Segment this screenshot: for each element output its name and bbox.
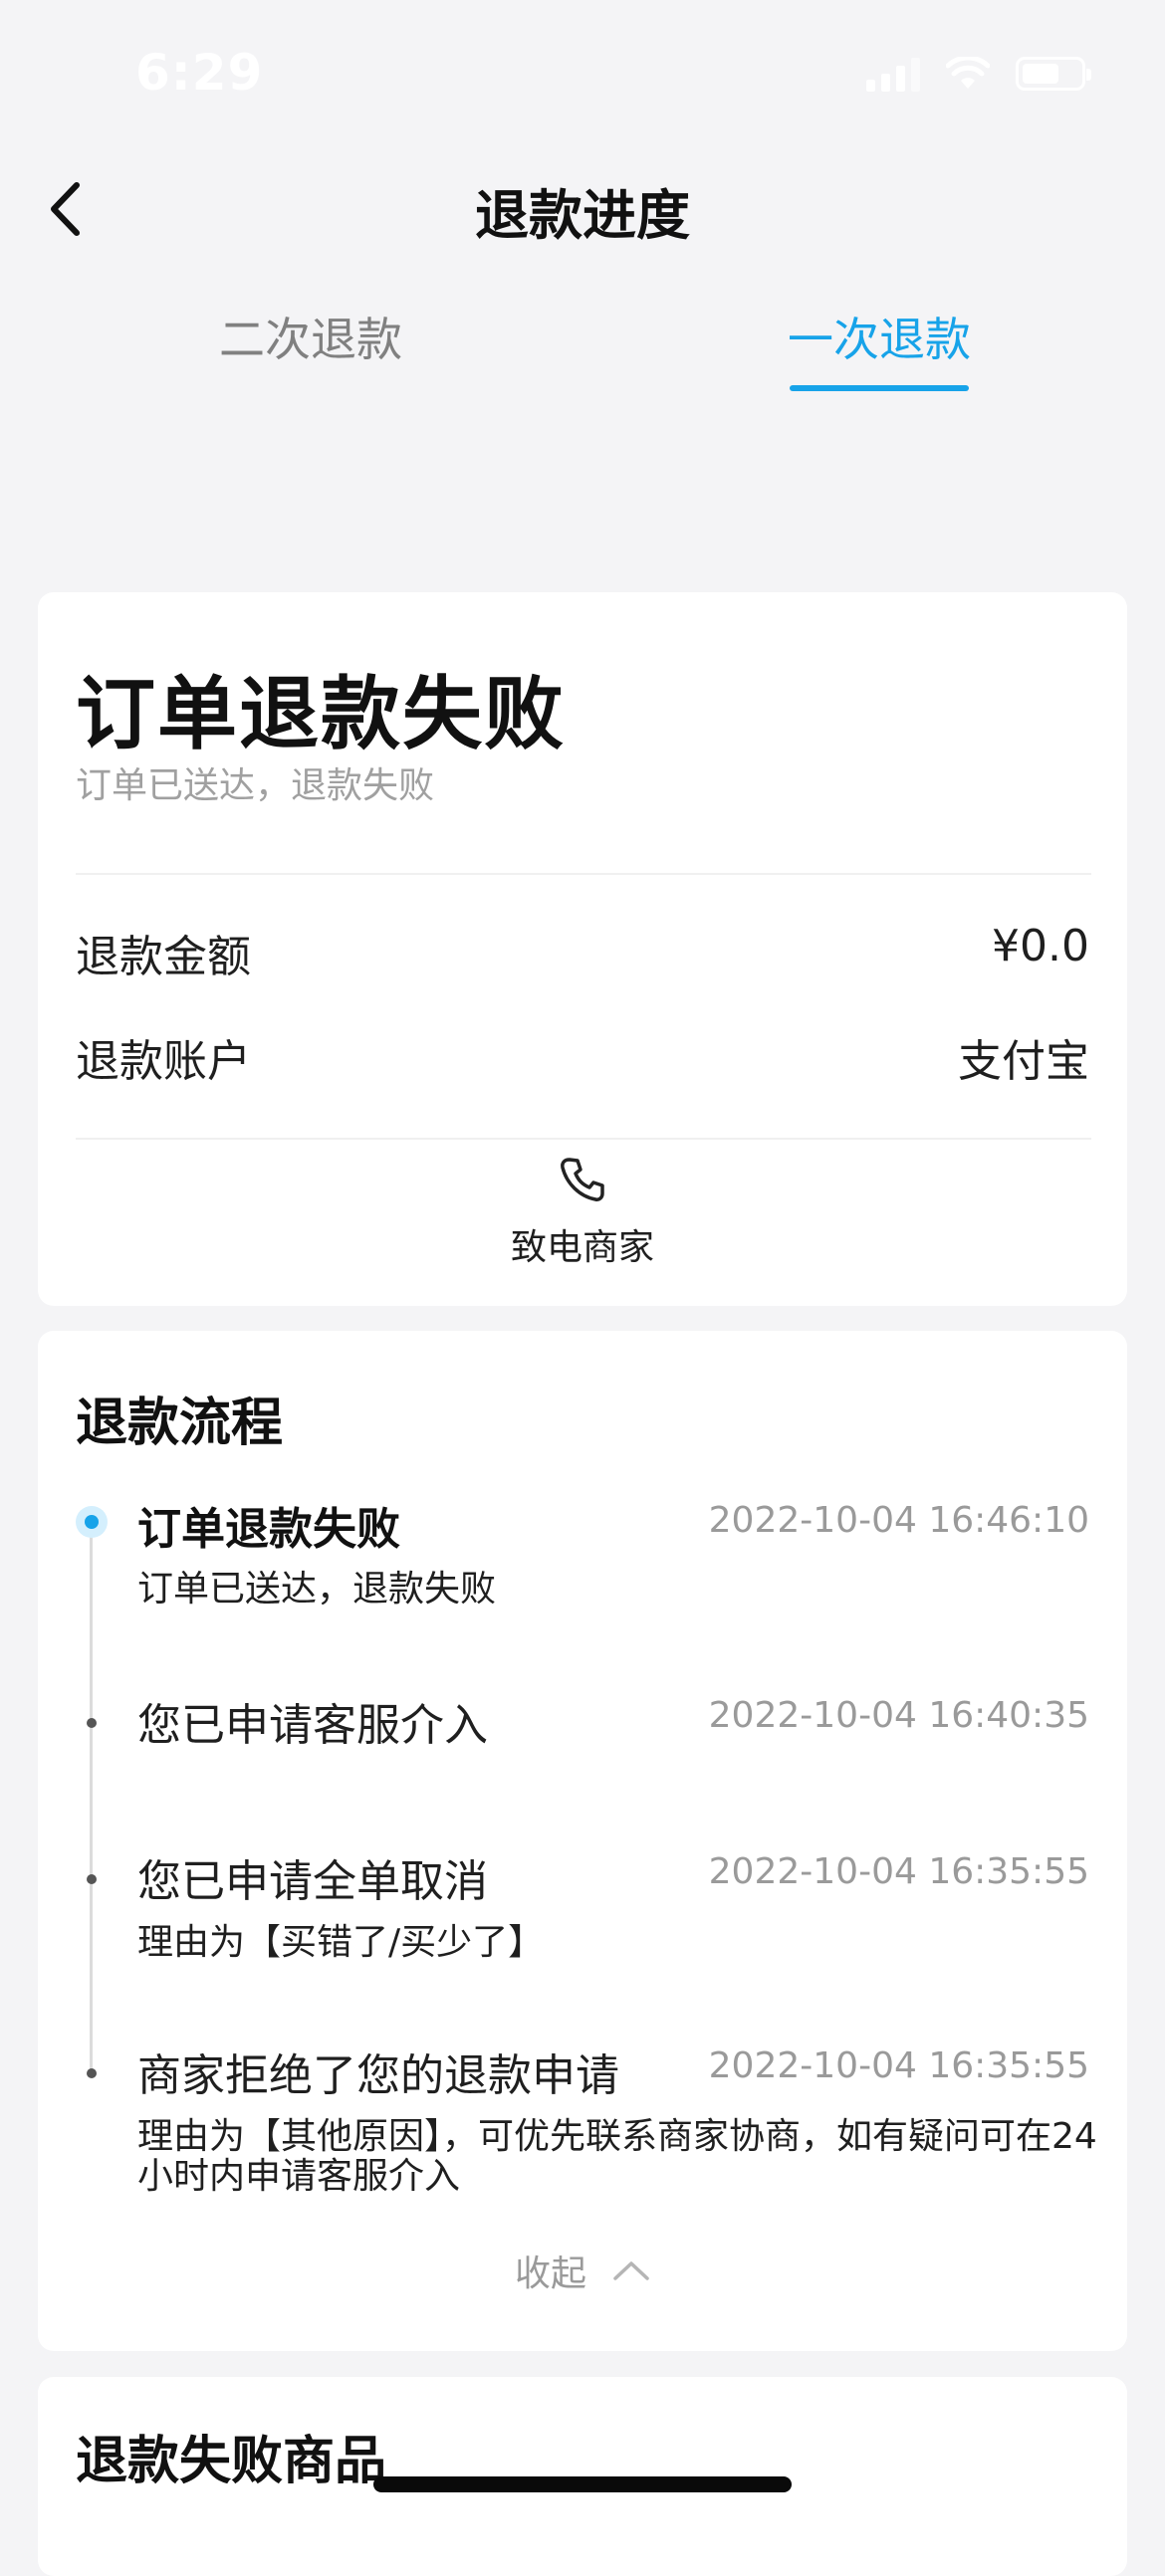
- refund-amount-value: ¥0.0: [992, 921, 1089, 971]
- timeline-event-title: 商家拒绝了您的退款申请: [137, 2050, 619, 2101]
- refund-amount-label: 退款金额: [76, 932, 251, 982]
- call-merchant-button[interactable]: 致电商家: [38, 1155, 1127, 1270]
- call-merchant-label: 致电商家: [510, 1227, 654, 1268]
- tab-first-refund[interactable]: 一次退款: [730, 304, 1029, 369]
- refund-status-title: 订单退款失败: [76, 668, 566, 760]
- timeline-line: [90, 1526, 93, 2071]
- collapse-label: 收起: [514, 2254, 586, 2294]
- timeline-dot: [87, 1718, 97, 1728]
- chevron-up-icon: [613, 2261, 649, 2280]
- divider: [76, 1138, 1091, 1140]
- home-indicator[interactable]: [373, 2476, 792, 2492]
- status-icons: [866, 54, 1091, 94]
- timeline-event-time: 2022-10-04 16:35:55: [708, 2045, 1089, 2086]
- phone-icon: [561, 1158, 604, 1201]
- refund-process-card: 退款流程 订单退款失败 2022-10-04 16:46:10 订单已送达，退款…: [38, 1331, 1127, 2351]
- process-section-title: 退款流程: [76, 1394, 284, 1453]
- cellular-signal-icon: [866, 56, 920, 92]
- tab-second-refund[interactable]: 二次退款: [161, 304, 460, 369]
- timeline-event-desc: 理由为【其他原因】，可优先联系商家协商，如有疑问可在24小时内申请客服介入: [137, 2116, 1097, 2197]
- refund-account-value: 支付宝: [958, 1036, 1089, 1087]
- timeline-event-time: 2022-10-04 16:46:10: [708, 1500, 1089, 1541]
- timeline-active-dot: [76, 1506, 108, 1538]
- timeline-event-time: 2022-10-04 16:35:55: [708, 1851, 1089, 1892]
- collapse-button[interactable]: 收起: [38, 2245, 1127, 2296]
- timeline-event-title: 您已申请全单取消: [137, 1856, 488, 1907]
- failed-goods-title: 退款失败商品: [76, 2432, 387, 2491]
- page-title: 退款进度: [475, 184, 690, 247]
- timeline-event-time: 2022-10-04 16:40:35: [708, 1695, 1089, 1736]
- timeline-event-title: 您已申请客服介入: [137, 1700, 488, 1751]
- divider: [76, 873, 1091, 875]
- refund-summary-card: 订单退款失败 订单已送达，退款失败 退款金额 ¥0.0 退款账户 支付宝 致电商…: [38, 592, 1127, 1306]
- timeline-dot: [87, 1874, 97, 1884]
- status-time: 6:29: [135, 44, 264, 102]
- timeline-dot: [87, 2068, 97, 2078]
- timeline-event-desc: 理由为【买错了/买少了】: [137, 1922, 545, 1963]
- timeline-event-title: 订单退款失败: [137, 1504, 400, 1555]
- refund-status-subtitle: 订单已送达，退款失败: [76, 765, 435, 806]
- timeline-event-desc: 订单已送达，退款失败: [137, 1569, 497, 1610]
- refund-account-label: 退款账户: [76, 1036, 251, 1087]
- battery-icon: [1016, 57, 1091, 91]
- wifi-icon: [946, 57, 990, 89]
- active-tab-indicator: [790, 385, 969, 391]
